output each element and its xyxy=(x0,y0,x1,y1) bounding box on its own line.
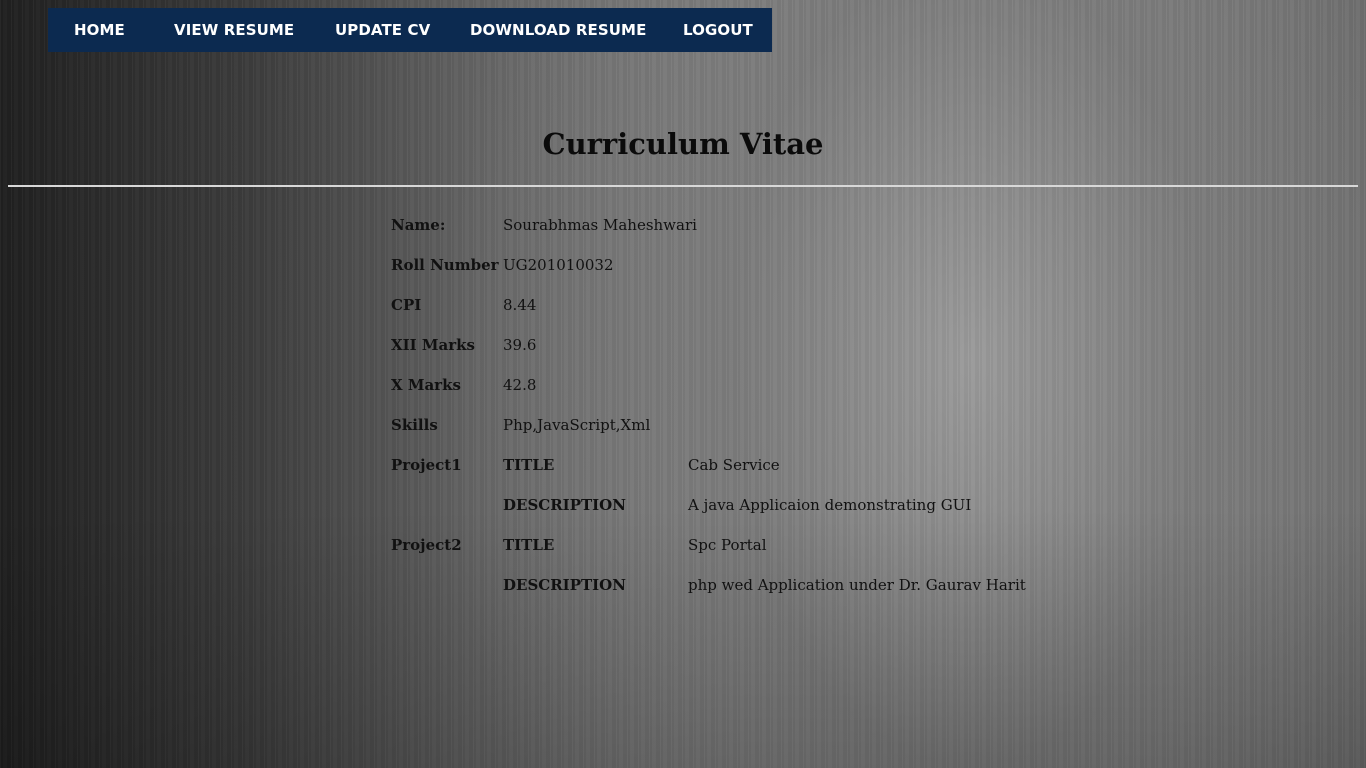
project1-description-value: A java Applicaion demonstrating GUI xyxy=(688,496,972,514)
nav-download-resume-link[interactable]: DOWNLOAD RESUME xyxy=(470,21,646,39)
roll-number-label: Roll Number xyxy=(391,256,499,274)
cv-row-project1-title: Project1 TITLE Cab Service xyxy=(391,444,1031,484)
x-marks-label: X Marks xyxy=(391,376,461,394)
project2-label: Project2 xyxy=(391,536,462,554)
nav-home-link[interactable]: HOME xyxy=(74,21,125,39)
cv-row-name: Name: Sourabhmas Maheshwari xyxy=(391,204,1031,244)
cv-row-xii-marks: XII Marks 39.6 xyxy=(391,324,1031,364)
title-divider xyxy=(8,185,1358,187)
nav-view-resume-link[interactable]: VIEW RESUME xyxy=(174,21,294,39)
roll-number-value: UG201010032 xyxy=(503,256,614,274)
xii-marks-value: 39.6 xyxy=(503,336,537,354)
name-label: Name: xyxy=(391,216,446,234)
page-title: Curriculum Vitae xyxy=(542,127,824,161)
project2-description-label: DESCRIPTION xyxy=(503,576,626,594)
cv-row-x-marks: X Marks 42.8 xyxy=(391,364,1031,404)
cv-row-project1-description: DESCRIPTION A java Applicaion demonstrat… xyxy=(391,484,1031,524)
nav-update-cv-link[interactable]: UPDATE CV xyxy=(335,21,430,39)
cv-details-table: Name: Sourabhmas Maheshwari Roll Number … xyxy=(391,204,1031,604)
cpi-label: CPI xyxy=(391,296,422,314)
name-value: Sourabhmas Maheshwari xyxy=(503,216,697,234)
project1-label: Project1 xyxy=(391,456,462,474)
project2-description-value: php wed Application under Dr. Gaurav Har… xyxy=(688,576,1026,594)
skills-label: Skills xyxy=(391,416,438,434)
skills-value: Php,JavaScript,Xml xyxy=(503,416,651,434)
xii-marks-label: XII Marks xyxy=(391,336,475,354)
top-nav-bar: HOME VIEW RESUME UPDATE CV DOWNLOAD RESU… xyxy=(48,8,772,52)
cv-row-skills: Skills Php,JavaScript,Xml xyxy=(391,404,1031,444)
cv-row-cpi: CPI 8.44 xyxy=(391,284,1031,324)
project1-description-label: DESCRIPTION xyxy=(503,496,626,514)
nav-logout-link[interactable]: LOGOUT xyxy=(683,21,753,39)
cpi-value: 8.44 xyxy=(503,296,537,314)
project1-title-value: Cab Service xyxy=(688,456,780,474)
cv-row-project2-title: Project2 TITLE Spc Portal xyxy=(391,524,1031,564)
cv-row-roll-number: Roll Number UG201010032 xyxy=(391,244,1031,284)
project2-title-value: Spc Portal xyxy=(688,536,767,554)
x-marks-value: 42.8 xyxy=(503,376,537,394)
cv-row-project2-description: DESCRIPTION php wed Application under Dr… xyxy=(391,564,1031,604)
project1-title-label: TITLE xyxy=(503,456,555,474)
project2-title-label: TITLE xyxy=(503,536,555,554)
